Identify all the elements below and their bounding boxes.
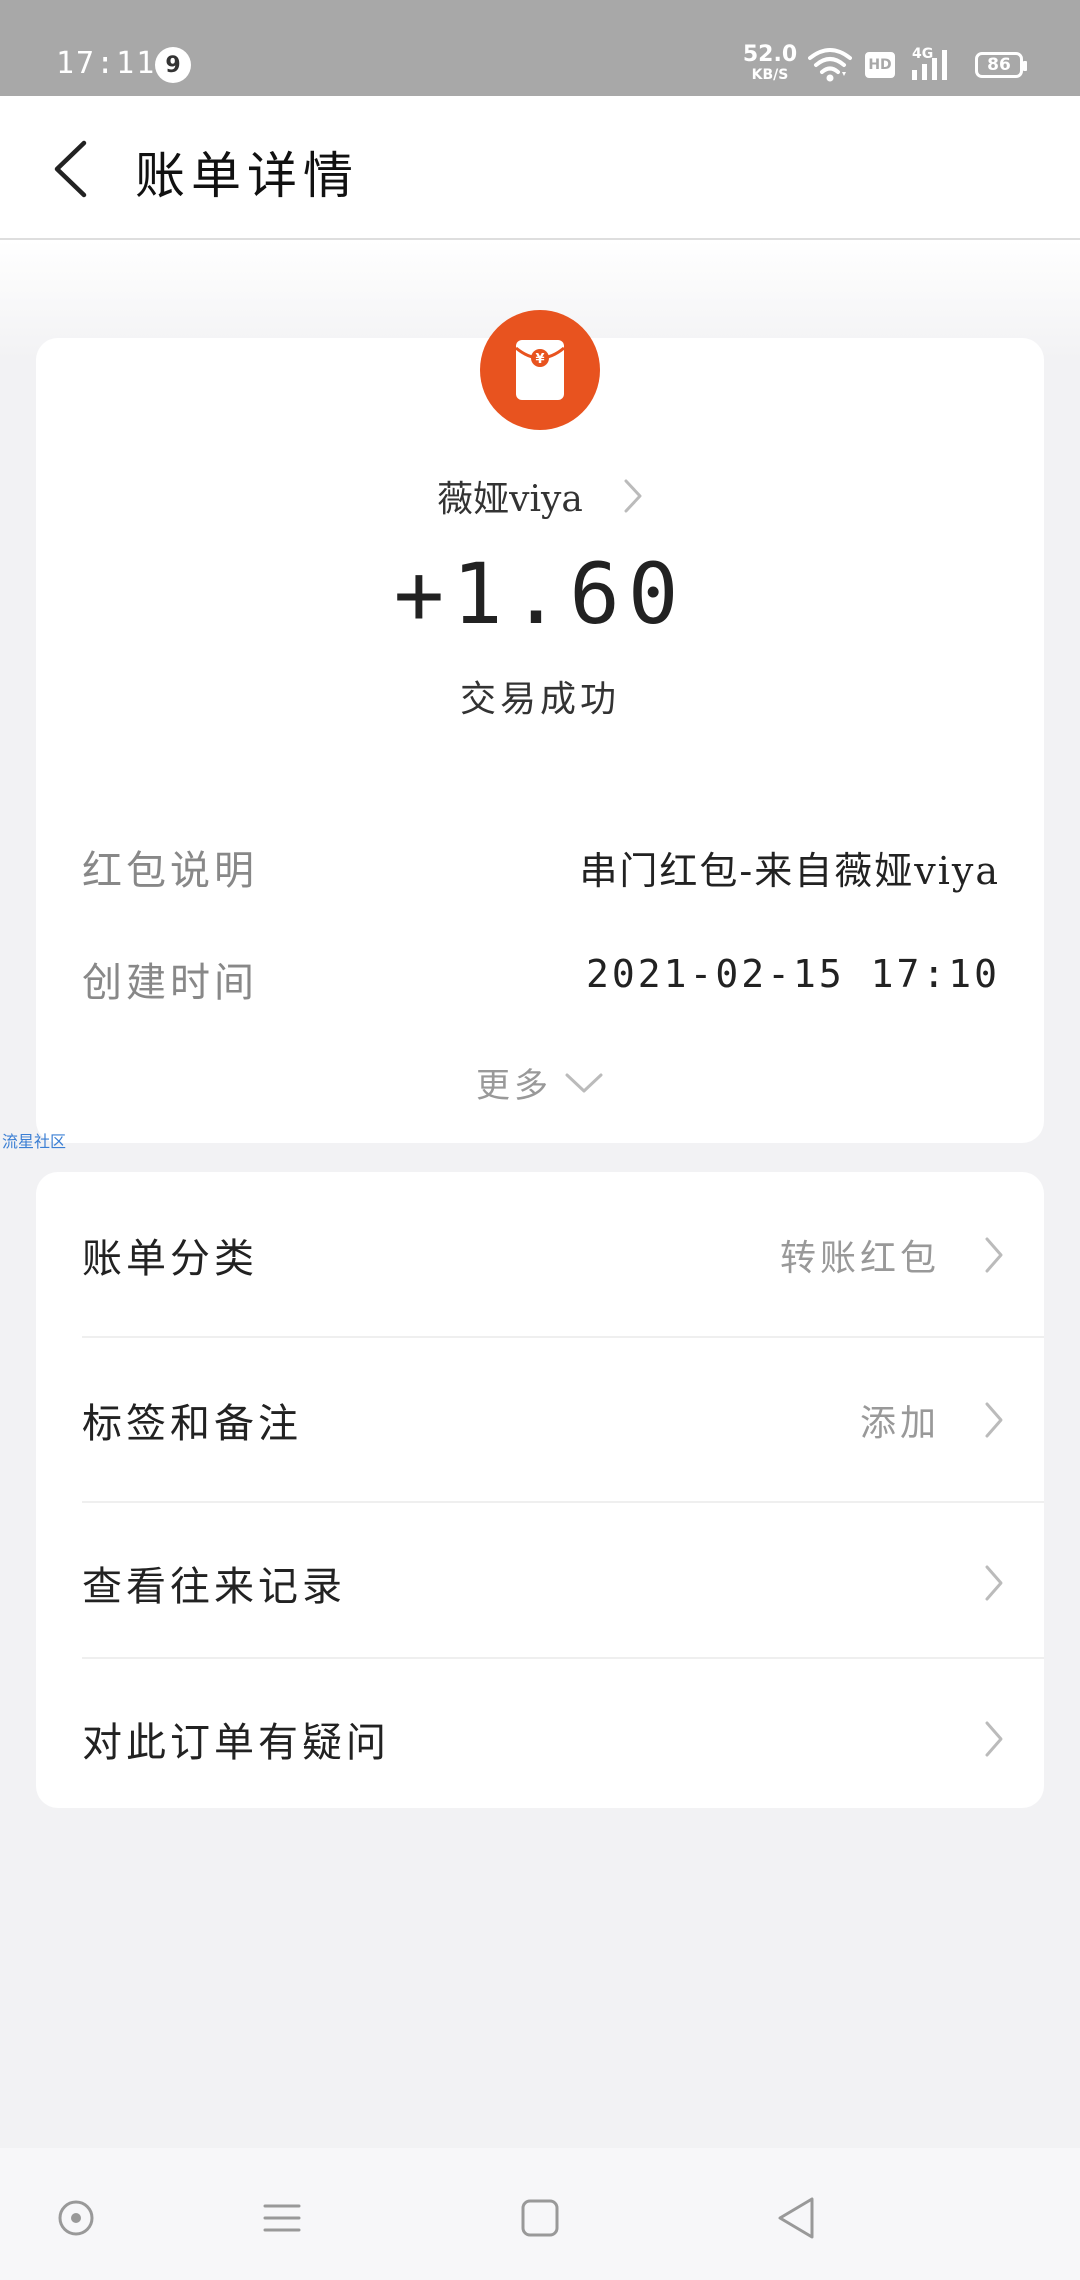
watermark-text: 流星社区 bbox=[2, 1132, 67, 1151]
more-toggle[interactable]: 更多 bbox=[0, 1058, 1080, 1107]
back-button[interactable] bbox=[40, 134, 100, 204]
hd-icon: HD bbox=[865, 52, 895, 78]
list-item-tags-notes[interactable]: 标签和备注 添加 bbox=[36, 1345, 1044, 1495]
page-title: 账单详情 bbox=[135, 147, 359, 205]
summary-card bbox=[36, 338, 1044, 1143]
list-item-label: 账单分类 bbox=[82, 1236, 258, 1282]
wifi-icon bbox=[808, 46, 852, 86]
list-item-label: 对此订单有疑问 bbox=[82, 1720, 390, 1766]
list-item-value: 转账红包 bbox=[779, 1238, 940, 1279]
list-item-bill-category[interactable]: 账单分类 转账红包 bbox=[36, 1180, 1044, 1330]
back-arrow-icon bbox=[54, 140, 87, 198]
nav-menu-button[interactable] bbox=[252, 2188, 312, 2248]
signal-icon: 4G bbox=[910, 46, 954, 86]
more-label: 更多 bbox=[476, 1066, 552, 1106]
nav-home-button[interactable] bbox=[510, 2188, 570, 2248]
app-header: 账单详情 bbox=[0, 96, 1080, 240]
detail-label-description: 红包说明 bbox=[82, 848, 258, 894]
nav-assistant-button[interactable] bbox=[46, 2188, 106, 2248]
network-speed-unit: KB/S bbox=[751, 67, 789, 83]
chevron-right-icon bbox=[984, 1564, 1004, 1602]
square-icon bbox=[521, 2199, 559, 2237]
circle-dot-icon bbox=[58, 2200, 94, 2236]
divider bbox=[82, 1657, 1044, 1659]
nav-back-button[interactable] bbox=[766, 2188, 826, 2248]
chevron-right-icon bbox=[984, 1401, 1004, 1439]
chevron-down-icon bbox=[564, 1071, 604, 1095]
red-packet-icon: ¥ bbox=[515, 340, 565, 400]
status-time: 17:11 bbox=[56, 46, 157, 81]
detail-value-created-time: 2021-02-15 17:10 bbox=[585, 952, 1000, 996]
list-item-label: 标签和备注 bbox=[82, 1401, 302, 1447]
network-speed: 52.0 KB/S bbox=[740, 42, 800, 83]
chevron-right-icon bbox=[984, 1720, 1004, 1758]
transaction-status: 交易成功 bbox=[459, 679, 620, 720]
list-item-transaction-history[interactable]: 查看往来记录 bbox=[36, 1508, 1044, 1658]
svg-text:¥: ¥ bbox=[535, 352, 544, 367]
sender-link[interactable]: 薇娅viya bbox=[0, 470, 1080, 522]
sender-name: 薇娅viya bbox=[437, 479, 583, 520]
status-bar: 17:11 9 52.0 KB/S HD 4G 86 bbox=[0, 0, 1080, 96]
divider bbox=[82, 1501, 1044, 1503]
detail-value-description: 串门红包-来自薇娅viya bbox=[579, 849, 1000, 893]
notification-badge: 9 bbox=[155, 47, 191, 83]
chevron-right-icon bbox=[984, 1236, 1004, 1274]
chevron-right-icon bbox=[623, 478, 643, 514]
network-speed-value: 52.0 bbox=[742, 42, 798, 67]
list-item-label: 查看往来记录 bbox=[82, 1564, 346, 1610]
transaction-amount: +1.60 bbox=[393, 545, 687, 643]
triangle-back-icon bbox=[778, 2197, 814, 2239]
system-nav-bar bbox=[0, 2148, 1080, 2280]
signal-label: 4G bbox=[912, 46, 934, 62]
detail-label-created-time: 创建时间 bbox=[82, 960, 258, 1006]
list-item-value: 添加 bbox=[859, 1403, 940, 1444]
divider bbox=[82, 1336, 1044, 1338]
sender-avatar[interactable]: ¥ bbox=[480, 310, 600, 430]
menu-icon bbox=[263, 2204, 301, 2232]
battery-icon: 86 bbox=[975, 52, 1027, 78]
list-item-order-question[interactable]: 对此订单有疑问 bbox=[36, 1664, 1044, 1814]
